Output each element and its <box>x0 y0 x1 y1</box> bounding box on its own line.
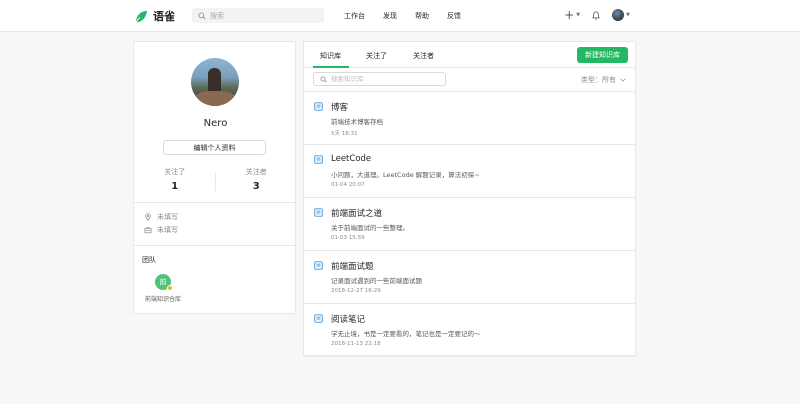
profile-avatar <box>191 58 239 106</box>
search-icon <box>198 12 206 20</box>
caret-down-icon: ▼ <box>626 12 630 18</box>
plus-icon: + <box>564 8 575 22</box>
following-stat[interactable]: 关注了 1 <box>134 167 216 195</box>
edit-profile-button[interactable]: 编辑个人资料 <box>163 140 266 155</box>
book-icon <box>314 261 323 270</box>
divider <box>134 245 295 246</box>
repo-description: 关于前端面试的一些整理。 <box>331 224 409 232</box>
divider <box>134 202 295 203</box>
followers-label: 关注者 <box>245 168 267 176</box>
workplace-text: 未填写 <box>157 226 178 234</box>
repo-updated-time: 01-03 15:59 <box>331 235 365 241</box>
repo-updated-time: 5天 18:31 <box>331 131 358 137</box>
yuque-logo-icon <box>135 10 148 22</box>
book-icon <box>314 314 323 323</box>
notifications-button[interactable] <box>592 10 601 20</box>
repo-description: 小问题，大道理。LeetCode 解题记录，算法初探~ <box>331 171 480 179</box>
nav-help[interactable]: 帮助 <box>415 11 429 21</box>
followers-stat[interactable]: 关注者 3 <box>216 167 298 195</box>
following-count: 1 <box>171 181 179 192</box>
new-repo-button[interactable]: 新建知识库 <box>577 47 628 63</box>
global-search[interactable] <box>192 8 324 23</box>
logo[interactable]: 语雀 <box>134 8 175 24</box>
repo-item[interactable]: 博客前端技术博客存档 5天 18:31 <box>304 92 635 145</box>
nav-workbench[interactable]: 工作台 <box>344 11 365 21</box>
repo-title[interactable]: 前端面试题 <box>331 260 374 272</box>
nav-feedback[interactable]: 反馈 <box>447 11 461 21</box>
create-menu-button[interactable]: + ▼ <box>564 8 580 22</box>
repo-item[interactable]: LeetCode 小问题，大道理。LeetCode 解题记录，算法初探~ 01-04… <box>304 145 635 198</box>
repo-updated-time: 2018-12-27 16:29 <box>331 288 381 294</box>
global-search-input[interactable] <box>210 11 310 20</box>
repo-item[interactable]: 前端面试之道关于前端面试的一些整理。 01-03 15:59 <box>304 198 635 251</box>
location-pin-icon <box>145 213 151 221</box>
main-nav: 工作台 发现 帮助 反馈 <box>344 11 479 21</box>
followers-count: 3 <box>252 181 260 192</box>
repo-item[interactable]: 阅读笔记学无止境，书是一定要看的，笔记也是一定要记的～ 2018-11-13 22… <box>304 304 635 357</box>
book-icon <box>314 155 323 164</box>
briefcase-icon <box>144 227 152 234</box>
repo-title[interactable]: 前端面试之道 <box>331 207 382 219</box>
repo-title[interactable]: 博客 <box>331 101 348 113</box>
location-info: 未填写 <box>144 212 178 222</box>
user-menu-button[interactable]: ▼ <box>612 9 630 21</box>
top-header: 语雀 工作台 发现 帮助 反馈 + ▼ ▼ <box>0 0 800 32</box>
avatar-rock <box>195 91 235 106</box>
profile-stats: 关注了 1 关注者 3 <box>134 167 297 195</box>
book-icon <box>314 102 323 111</box>
repo-search-input[interactable] <box>331 75 441 83</box>
repo-search[interactable] <box>313 72 446 86</box>
repo-description: 学无止境，书是一定要看的，笔记也是一定要记的～ <box>331 330 481 338</box>
chevron-down-icon <box>620 78 626 82</box>
stats-divider <box>215 173 216 191</box>
bell-icon <box>592 10 601 20</box>
repo-description: 前端技术博客存档 <box>331 118 383 126</box>
workplace-info: 未填写 <box>144 225 178 235</box>
location-text: 未填写 <box>157 213 178 221</box>
repo-description: 记录面试遇到的一些前端面试题 <box>331 277 422 285</box>
search-icon <box>320 75 327 83</box>
header-actions: + ▼ ▼ <box>564 8 630 22</box>
repo-title[interactable]: LeetCode <box>331 154 371 164</box>
repo-updated-time: 2018-11-13 22:18 <box>331 341 381 347</box>
tab-followers[interactable]: 关注者 <box>413 51 434 61</box>
team-badge-icon <box>167 285 173 291</box>
logo-text: 语雀 <box>153 10 175 23</box>
type-filter-dropdown[interactable]: 类型：所有 <box>581 75 626 85</box>
tab-following[interactable]: 关注了 <box>366 51 387 61</box>
book-icon <box>314 208 323 217</box>
tab-repos[interactable]: 知识库 <box>320 51 341 61</box>
active-tab-indicator <box>313 66 349 68</box>
caret-down-icon: ▼ <box>576 12 581 18</box>
team-name[interactable]: 前端知识仓库 <box>134 294 192 303</box>
following-label: 关注了 <box>164 168 186 176</box>
profile-name: Nero <box>203 118 228 129</box>
repo-item[interactable]: 前端面试题记录面试遇到的一些前端面试题 2018-12-27 16:29 <box>304 251 635 304</box>
nav-discover[interactable]: 发现 <box>383 11 397 21</box>
repos-panel: 知识库 关注了 关注者 新建知识库 类型：所有 博客前端技术博客存档 5天 18:… <box>303 41 636 357</box>
repo-title[interactable]: 阅读笔记 <box>331 313 365 325</box>
tabs-bar: 知识库 关注了 关注者 新建知识库 <box>304 42 635 68</box>
header-avatar <box>612 9 625 21</box>
team-section-title: 团队 <box>142 256 156 264</box>
type-filter-label: 类型：所有 <box>581 76 616 84</box>
repo-updated-time: 01-04 20:07 <box>331 182 365 188</box>
profile-card: Nero 编辑个人资料 关注了 1 关注者 3 未填写 未填写 团队 前 前端知… <box>133 41 296 314</box>
